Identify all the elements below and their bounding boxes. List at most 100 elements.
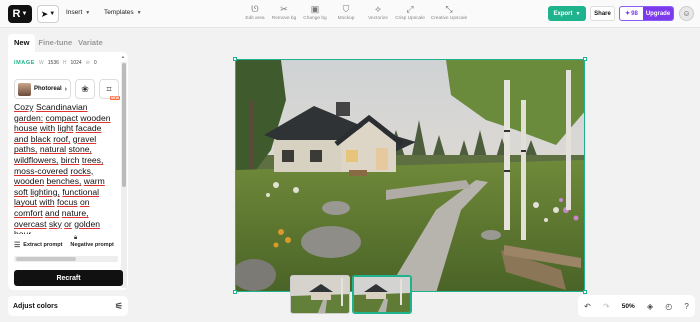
upgrade-button[interactable]: Upgrade [643, 7, 673, 20]
variant-thumbnail-image [354, 277, 410, 312]
crisp-upscale-tool[interactable]: ⤢ Crisp Upscale [390, 3, 430, 21]
prompt-scrollbar[interactable] [121, 62, 127, 288]
count-icon: ⊘ [85, 60, 90, 66]
new-badge: NEW [109, 96, 120, 100]
prompt-word: sky [48, 218, 62, 229]
sparkle-icon: ✦ [625, 11, 631, 17]
prompt-word: house [14, 123, 38, 134]
canvas-image[interactable] [235, 59, 585, 292]
prompt-word: garden: [14, 112, 44, 123]
tab-variate[interactable]: Variate [75, 34, 106, 52]
style-name: Photoreal [33, 86, 62, 92]
prompt-word: wooden [80, 112, 111, 123]
negative-prompt-button[interactable]: Negative prompt [70, 242, 113, 248]
adjust-colors-label: Adjust colors [13, 302, 58, 310]
prompt-word: black [30, 133, 51, 144]
resize-handle-bottom-right[interactable] [583, 290, 587, 294]
crisp-upscale-label: Crisp Upscale [395, 16, 425, 21]
image-icon: ⌗ [106, 83, 112, 94]
share-button[interactable]: Share [590, 6, 615, 21]
layers-icon[interactable]: ◈ [647, 302, 653, 311]
prompt-word: gravel [72, 133, 97, 144]
prompt-word: paths, [14, 144, 38, 155]
prompt-word: functional [62, 186, 100, 197]
share-label: Share [594, 10, 611, 17]
palette-button[interactable]: ❀ [75, 79, 95, 99]
export-label: Export [553, 10, 573, 17]
scrollbar-thumb[interactable] [122, 63, 126, 187]
creative-upscale-tool[interactable]: ⤡ Creative Upscale [429, 3, 469, 21]
prompt-word: layout [14, 197, 37, 208]
prompt-word: overcast [14, 218, 47, 229]
zoom-level[interactable]: 50% [622, 303, 635, 310]
prompt-word: light [57, 123, 74, 134]
prompt-word: focus [57, 197, 78, 208]
variant-thumbnail-selected[interactable] [352, 275, 412, 314]
crisp-upscale-icon: ⤢ [406, 4, 414, 14]
resize-handle-bottom-left[interactable] [233, 290, 237, 294]
prompt-word: stone, [68, 144, 92, 155]
canvas-controls: ↶ ↷ 50% ◈ ◴ ? [578, 295, 695, 317]
resize-handle-top-right[interactable] [583, 57, 587, 61]
recraft-button[interactable]: Recraft [14, 270, 123, 286]
prompt-word: Cozy [14, 102, 34, 112]
prompt-word: compact [45, 112, 79, 123]
image-settings-row[interactable]: IMAGE W 1536 H 1024 ⊘ 0 [10, 60, 120, 66]
select-tool-button[interactable]: ➤ ▼ [37, 5, 59, 23]
prompt-word: facade [75, 123, 102, 134]
help-icon[interactable]: ? [684, 302, 688, 311]
variant-thumbnail[interactable] [290, 275, 350, 314]
count-value: 0 [93, 60, 97, 66]
style-selector[interactable]: Photoreal › [14, 79, 71, 99]
prompt-actions: ☰ Extract prompt Negative prompt [14, 241, 114, 249]
help-avatar-button[interactable]: ☺ [679, 6, 694, 21]
creative-upscale-icon: ⤡ [445, 4, 453, 14]
export-button[interactable]: Export ▼ [548, 6, 586, 21]
tab-new[interactable]: New [8, 34, 36, 52]
insert-menu-label: Insert [66, 9, 83, 16]
templates-menu[interactable]: Templates ▼ [104, 9, 142, 16]
horizontal-scrollbar[interactable] [14, 256, 118, 262]
history-icon[interactable]: ◴ [665, 302, 672, 311]
prompt-word: or [64, 218, 72, 229]
prompt-word: rocks, [70, 165, 94, 176]
reference-image-button[interactable]: ⌗ NEW [99, 79, 120, 100]
undo-icon[interactable]: ↶ [584, 302, 591, 311]
credits-upgrade-group: ✦ 98 Upgrade [619, 6, 674, 21]
user-icon: ☺ [682, 9, 691, 18]
prompt-word: trees, [81, 154, 104, 165]
height-value: 1024 [70, 60, 82, 66]
scroll-up-icon[interactable]: ▲ [121, 54, 125, 59]
tab-fine-tune[interactable]: Fine-tune [35, 34, 75, 52]
chevron-down-icon: ▼ [136, 9, 142, 16]
insert-menu[interactable]: Insert ▼ [66, 9, 90, 16]
generation-panel: IMAGE W 1536 H 1024 ⊘ 0 Photoreal › ❀ ⌗ … [8, 52, 128, 290]
horizontal-scrollbar-thumb[interactable] [16, 257, 76, 261]
prompt-word: wildflowers, [14, 154, 59, 165]
prompt-word: hour [14, 229, 31, 234]
extract-prompt-button[interactable]: ☰ Extract prompt [14, 241, 62, 249]
prompt-word: moss-covered [14, 165, 68, 176]
logo: R [12, 8, 21, 20]
prompt-word: soft [14, 186, 28, 197]
prompt-word: Scandinavian [35, 102, 88, 112]
prompt-textarea[interactable]: Cozy Scandinavian garden: compact wooden… [14, 102, 118, 234]
credits-counter[interactable]: ✦ 98 [620, 7, 643, 20]
generation-tabs: New Fine-tune Variate [8, 34, 128, 52]
negative-prompt-label: Negative prompt [70, 242, 114, 248]
garden-house-image [236, 60, 584, 291]
redo-icon[interactable]: ↷ [603, 302, 610, 311]
chevron-down-icon: ▼ [85, 9, 91, 16]
resize-handle-top-left[interactable] [233, 57, 237, 61]
logo-menu-button[interactable]: R ▼ [8, 5, 32, 23]
prompt-word: with [39, 197, 55, 208]
templates-menu-label: Templates [104, 9, 134, 16]
upgrade-label: Upgrade [645, 10, 671, 17]
prompt-word: natural [39, 144, 67, 155]
chevron-right-icon: › [64, 85, 67, 93]
height-key: H [62, 60, 67, 66]
adjust-colors-button[interactable]: Adjust colors ⚟ [8, 296, 128, 316]
prompt-word: nature, [61, 207, 89, 218]
prompt-word: birch [60, 154, 80, 165]
extract-prompt-label: Extract prompt [23, 242, 63, 248]
